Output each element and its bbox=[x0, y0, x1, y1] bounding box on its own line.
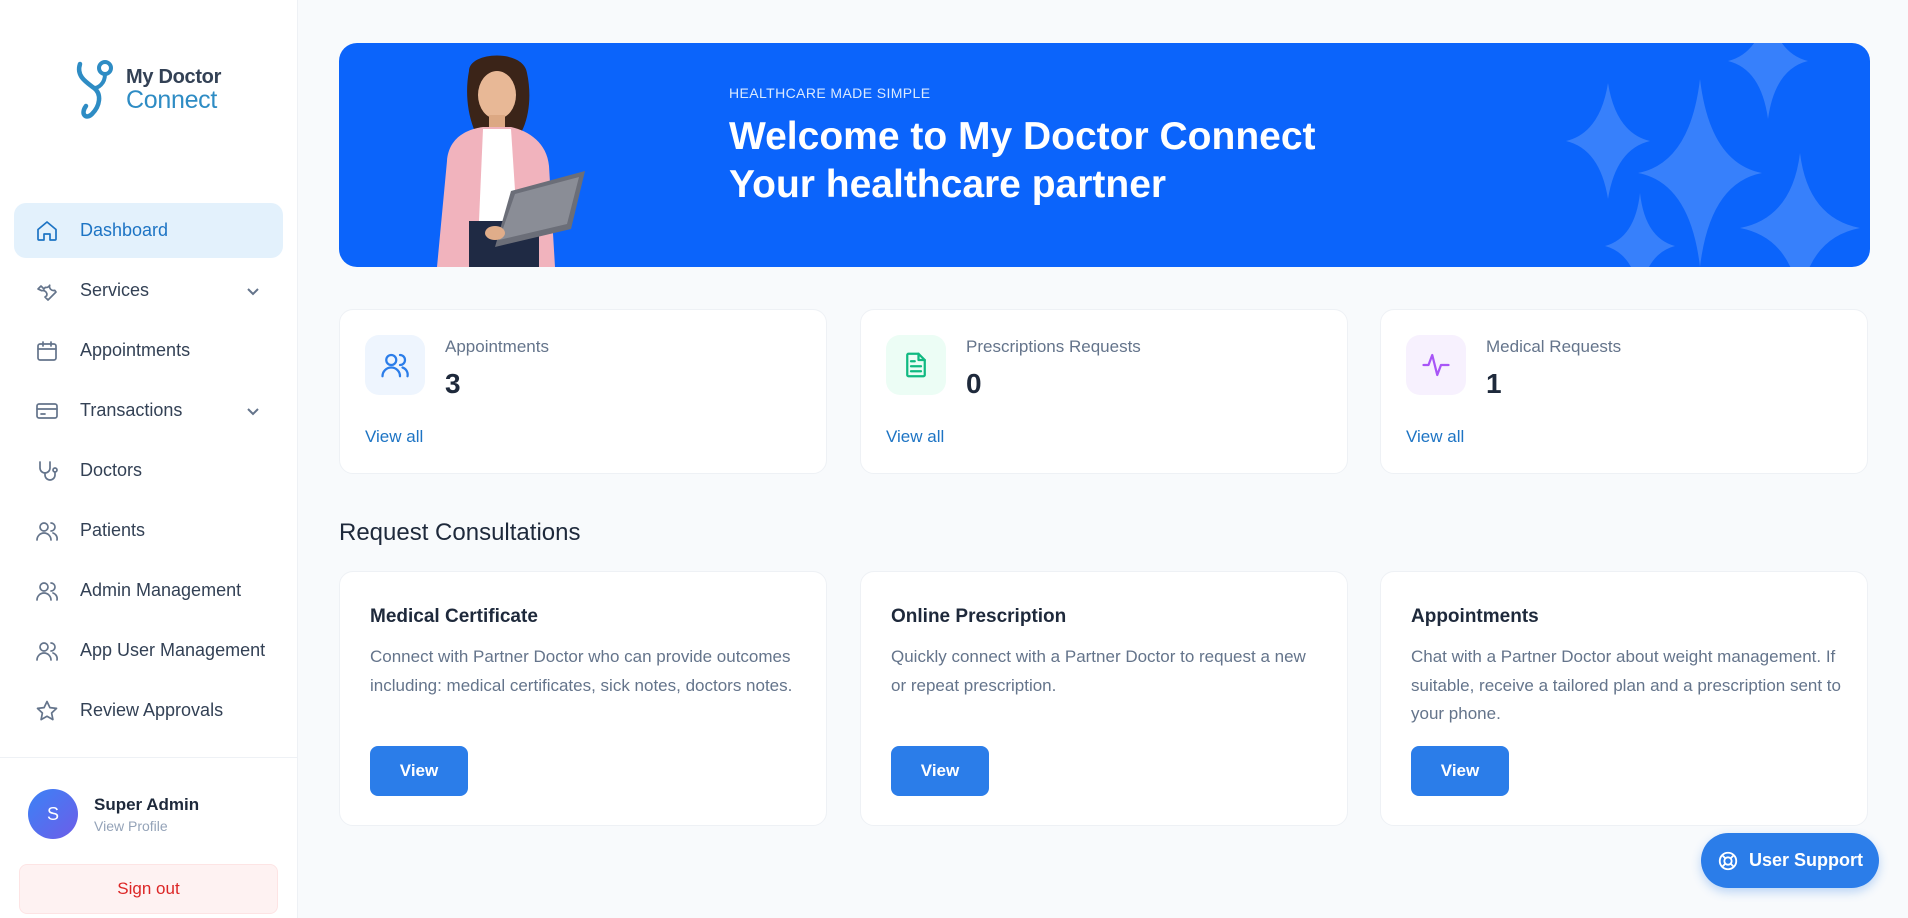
sidebar-item-label: Dashboard bbox=[80, 220, 169, 240]
sidebar-item-app-user-management[interactable]: App User Management bbox=[14, 623, 283, 678]
sidebar-item-doctors[interactable]: Doctors bbox=[14, 443, 283, 498]
user-support-button[interactable]: User Support bbox=[1701, 833, 1879, 888]
view-all-link[interactable]: View all bbox=[1406, 427, 1464, 447]
sidebar-item-label: Transactions bbox=[80, 400, 183, 420]
sparkle-decoration-icon bbox=[1566, 43, 1860, 267]
users-icon bbox=[34, 518, 60, 544]
stethoscope-logo-icon bbox=[76, 60, 113, 119]
sidebar-item-review-approvals[interactable]: Review Approvals bbox=[14, 683, 283, 738]
consult-title: Appointments bbox=[1411, 606, 1539, 627]
stat-value: 3 bbox=[445, 368, 461, 399]
calendar-icon bbox=[34, 338, 60, 364]
sidebar-item-admin-management[interactable]: Admin Management bbox=[14, 563, 283, 618]
stat-label: Appointments bbox=[445, 337, 549, 356]
credit-card-icon bbox=[34, 398, 60, 424]
stat-card-medical-requests: Medical Requests 1 View all bbox=[1380, 309, 1868, 474]
brand-line2: Connect bbox=[126, 86, 218, 114]
avatar: S bbox=[28, 789, 78, 839]
chevron-down-icon[interactable] bbox=[245, 283, 261, 299]
hero-title: Welcome to My Doctor Connect Your health… bbox=[729, 113, 1316, 209]
stat-value: 1 bbox=[1486, 368, 1502, 399]
view-button[interactable]: View bbox=[1411, 746, 1509, 796]
section-title: Request Consultations bbox=[339, 519, 581, 546]
sidebar-item-label: Appointments bbox=[80, 340, 191, 360]
consult-card-medical-certificate: Medical Certificate Connect with Partner… bbox=[339, 571, 827, 826]
lifebuoy-icon bbox=[1718, 851, 1738, 870]
star-icon bbox=[34, 698, 60, 724]
sidebar-nav: Dashboard Services Appointments Transact… bbox=[14, 203, 283, 743]
users-icon bbox=[34, 578, 60, 604]
stethoscope-icon bbox=[34, 458, 60, 484]
brand-logo[interactable]: My Doctor Connect bbox=[74, 58, 221, 122]
sidebar-item-label: Review Approvals bbox=[80, 700, 224, 720]
consult-card-online-prescription: Online Prescription Quickly connect with… bbox=[860, 571, 1348, 826]
sidebar-item-transactions[interactable]: Transactions bbox=[14, 383, 283, 438]
hero-title-line2: Your healthcare partner bbox=[729, 163, 1167, 206]
brand-line1: My Doctor bbox=[126, 66, 222, 88]
view-all-link[interactable]: View all bbox=[365, 427, 423, 447]
consult-card-appointments: Appointments Chat with a Partner Doctor … bbox=[1380, 571, 1868, 826]
sidebar-item-label: Services bbox=[80, 280, 150, 300]
consult-description: Quickly connect with a Partner Doctor to… bbox=[891, 647, 1306, 695]
hero-title-line1: Welcome to My Doctor Connect bbox=[729, 115, 1316, 158]
stat-value: 0 bbox=[966, 368, 982, 399]
user-support-label: User Support bbox=[1748, 850, 1863, 870]
stat-card-prescriptions: Prescriptions Requests 0 View all bbox=[860, 309, 1348, 474]
stat-label: Prescriptions Requests bbox=[966, 337, 1141, 356]
sign-out-button[interactable]: Sign out bbox=[19, 864, 278, 914]
sidebar-item-dashboard[interactable]: Dashboard bbox=[14, 203, 283, 258]
sidebar-item-patients[interactable]: Patients bbox=[14, 503, 283, 558]
consult-description: Connect with Partner Doctor who can prov… bbox=[370, 647, 793, 695]
welcome-banner: HEALTHCARE MADE SIMPLE Welcome to My Doc… bbox=[339, 43, 1870, 267]
profile-name: Super Admin bbox=[94, 794, 200, 814]
sidebar-item-label: Patients bbox=[80, 520, 146, 540]
stat-card-appointments: Appointments 3 View all bbox=[339, 309, 827, 474]
activity-icon bbox=[1406, 335, 1466, 395]
sidebar-item-services[interactable]: Services bbox=[14, 263, 283, 318]
sidebar-item-label: App User Management bbox=[80, 640, 266, 660]
sidebar-divider bbox=[0, 757, 298, 758]
users-icon bbox=[365, 335, 425, 395]
view-button[interactable]: View bbox=[370, 746, 468, 796]
view-all-link[interactable]: View all bbox=[886, 427, 944, 447]
chevron-down-icon[interactable] bbox=[245, 403, 261, 419]
home-icon bbox=[34, 218, 60, 244]
consult-title: Online Prescription bbox=[891, 606, 1067, 627]
view-button[interactable]: View bbox=[891, 746, 989, 796]
sidebar: My Doctor Connect Dashboard Services App… bbox=[0, 0, 298, 918]
sidebar-item-label: Admin Management bbox=[80, 580, 242, 600]
consult-title: Medical Certificate bbox=[370, 606, 538, 627]
view-profile-link[interactable]: View Profile bbox=[94, 818, 199, 834]
user-profile[interactable]: S Super Admin View Profile bbox=[28, 789, 199, 839]
sidebar-item-label: Doctors bbox=[80, 460, 143, 480]
woman-with-laptop-illustration bbox=[437, 55, 585, 267]
hero-kicker: HEALTHCARE MADE SIMPLE bbox=[729, 85, 931, 101]
wrench-icon bbox=[34, 278, 60, 304]
sidebar-item-appointments[interactable]: Appointments bbox=[14, 323, 283, 378]
users-icon bbox=[34, 638, 60, 664]
document-icon bbox=[886, 335, 946, 395]
consult-description: Chat with a Partner Doctor about weight … bbox=[1411, 647, 1841, 723]
stat-label: Medical Requests bbox=[1486, 337, 1622, 356]
